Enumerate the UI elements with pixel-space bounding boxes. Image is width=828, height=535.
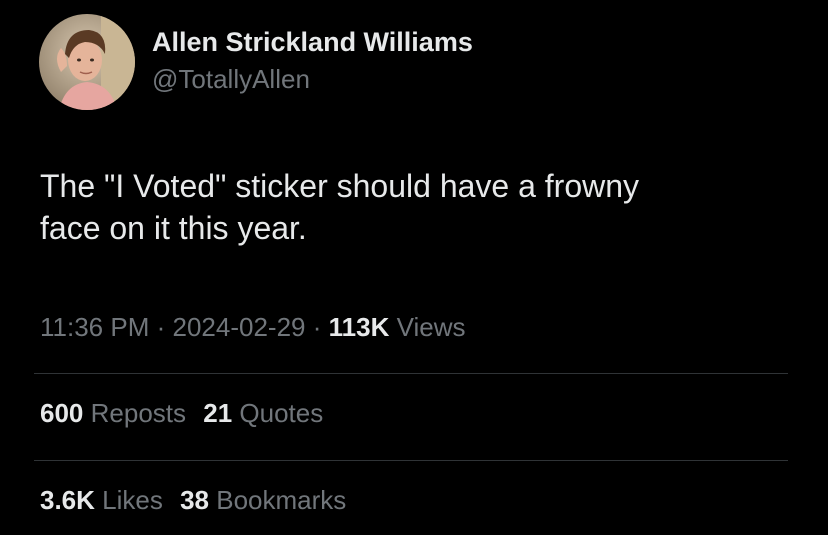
reposts-count: 600: [40, 398, 84, 428]
author-display-name[interactable]: Allen Strickland Williams: [152, 27, 473, 58]
tweet-text-line: The "I Voted" sticker should have a frow…: [40, 168, 640, 204]
quotes-count: 21: [203, 398, 233, 428]
divider: [34, 373, 788, 374]
reposts-stat[interactable]: 600 Reposts: [40, 398, 193, 428]
bookmarks-count: 38: [180, 485, 210, 515]
likes-count: 3.6K: [40, 485, 95, 515]
views-count[interactable]: 113K: [329, 312, 390, 342]
views-label: Views: [396, 312, 466, 342]
tweet-meta: 11:36 PM · 2024-02-29 · 113K Views: [40, 312, 466, 343]
author-handle[interactable]: @TotallyAllen: [152, 64, 310, 95]
bookmarks-stat[interactable]: 38 Bookmarks: [180, 485, 346, 515]
tweet-text-line: face on it this year.: [40, 210, 307, 246]
quotes-stat[interactable]: 21 Quotes: [203, 398, 323, 428]
reposts-label: Reposts: [90, 398, 187, 428]
meta-separator: ·: [312, 312, 322, 342]
quotes-label: Quotes: [239, 398, 324, 428]
engagement-row: 600 Reposts 21 Quotes: [40, 398, 333, 429]
tweet-time[interactable]: 11:36 PM: [40, 312, 149, 342]
divider: [34, 460, 788, 461]
bookmarks-label: Bookmarks: [216, 485, 347, 515]
likes-stat[interactable]: 3.6K Likes: [40, 485, 170, 515]
tweet-date[interactable]: 2024-02-29: [173, 312, 306, 342]
avatar[interactable]: [39, 14, 135, 110]
likes-label: Likes: [102, 485, 163, 515]
tweet-text: The "I Voted" sticker should have a frow…: [40, 165, 780, 249]
profile-photo-icon: [39, 14, 135, 110]
tweet-detail: Allen Strickland Williams @TotallyAllen …: [0, 0, 828, 535]
meta-separator: ·: [156, 312, 166, 342]
engagement-row: 3.6K Likes 38 Bookmarks: [40, 485, 356, 516]
